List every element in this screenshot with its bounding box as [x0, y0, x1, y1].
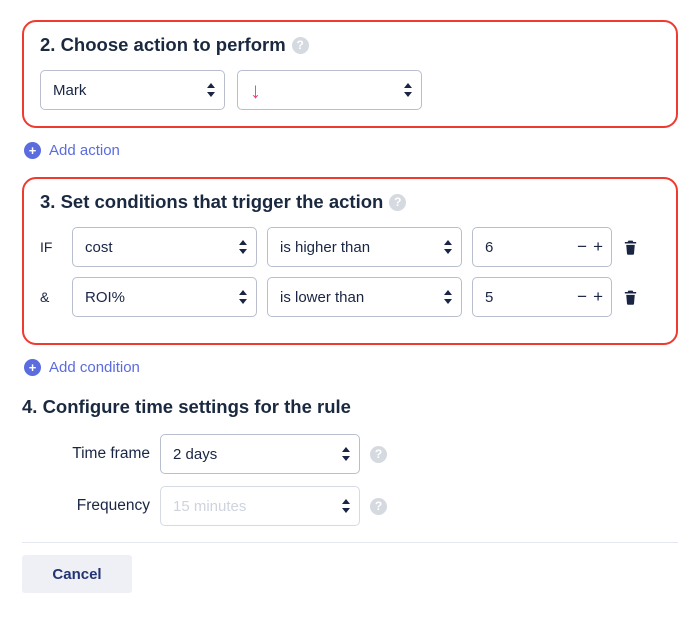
- condition-row: IF cost is higher than 6 − +: [40, 227, 660, 267]
- metric-value: ROI%: [85, 289, 125, 306]
- section4-title: 4. Configure time settings for the rule: [22, 396, 678, 418]
- arrow-down-icon: ↓: [250, 80, 261, 102]
- conditions-section: 3. Set conditions that trigger the actio…: [22, 177, 678, 345]
- section2-title-text: 2. Choose action to perform: [40, 34, 286, 56]
- add-condition-button[interactable]: + Add condition: [24, 359, 678, 376]
- decrement-button[interactable]: −: [577, 287, 587, 307]
- timeframe-select[interactable]: 2 days: [160, 434, 360, 474]
- condition-prefix: &: [40, 289, 62, 305]
- chevron-updown-icon: [443, 240, 453, 254]
- add-action-label: Add action: [49, 142, 120, 159]
- section-title: 3. Set conditions that trigger the actio…: [40, 191, 660, 213]
- help-icon[interactable]: ?: [370, 446, 387, 463]
- frequency-label: Frequency: [22, 497, 150, 515]
- cancel-button[interactable]: Cancel: [22, 555, 132, 593]
- timeframe-label: Time frame: [22, 445, 150, 463]
- action-section: 2. Choose action to perform ? Mark ↓: [22, 20, 678, 128]
- direction-select[interactable]: ↓: [237, 70, 422, 110]
- chevron-updown-icon: [206, 83, 216, 97]
- increment-button[interactable]: +: [593, 287, 603, 307]
- chevron-updown-icon: [341, 499, 351, 513]
- chevron-updown-icon: [341, 447, 351, 461]
- chevron-updown-icon: [443, 290, 453, 304]
- operator-select[interactable]: is lower than: [267, 277, 462, 317]
- add-action-button[interactable]: + Add action: [24, 142, 678, 159]
- help-icon[interactable]: ?: [370, 498, 387, 515]
- timeframe-row: Time frame 2 days ?: [22, 434, 678, 474]
- timeframe-value: 2 days: [173, 446, 217, 463]
- footer: Cancel: [22, 542, 678, 603]
- cancel-label: Cancel: [52, 566, 101, 583]
- frequency-select: 15 minutes: [160, 486, 360, 526]
- condition-row: & ROI% is lower than 5 − +: [40, 277, 660, 317]
- help-icon[interactable]: ?: [389, 194, 406, 211]
- plus-circle-icon: +: [24, 142, 41, 159]
- operator-value: is lower than: [280, 289, 364, 306]
- action-select-value: Mark: [53, 82, 86, 99]
- chevron-updown-icon: [403, 83, 413, 97]
- section3-title-text: 3. Set conditions that trigger the actio…: [40, 191, 383, 213]
- increment-button[interactable]: +: [593, 237, 603, 257]
- trash-icon[interactable]: [622, 237, 639, 257]
- plus-circle-icon: +: [24, 359, 41, 376]
- frequency-value: 15 minutes: [173, 498, 246, 515]
- operator-value: is higher than: [280, 239, 370, 256]
- condition-prefix: IF: [40, 239, 62, 255]
- value-input[interactable]: 5 − +: [472, 277, 612, 317]
- frequency-row: Frequency 15 minutes ?: [22, 486, 678, 526]
- decrement-button[interactable]: −: [577, 237, 587, 257]
- chevron-updown-icon: [238, 240, 248, 254]
- section-title: 2. Choose action to perform ?: [40, 34, 660, 56]
- help-icon[interactable]: ?: [292, 37, 309, 54]
- metric-select[interactable]: ROI%: [72, 277, 257, 317]
- value-text: 6: [485, 239, 493, 256]
- operator-select[interactable]: is higher than: [267, 227, 462, 267]
- value-text: 5: [485, 289, 493, 306]
- action-select[interactable]: Mark: [40, 70, 225, 110]
- metric-value: cost: [85, 239, 113, 256]
- metric-select[interactable]: cost: [72, 227, 257, 267]
- chevron-updown-icon: [238, 290, 248, 304]
- value-input[interactable]: 6 − +: [472, 227, 612, 267]
- trash-icon[interactable]: [622, 287, 639, 307]
- add-condition-label: Add condition: [49, 359, 140, 376]
